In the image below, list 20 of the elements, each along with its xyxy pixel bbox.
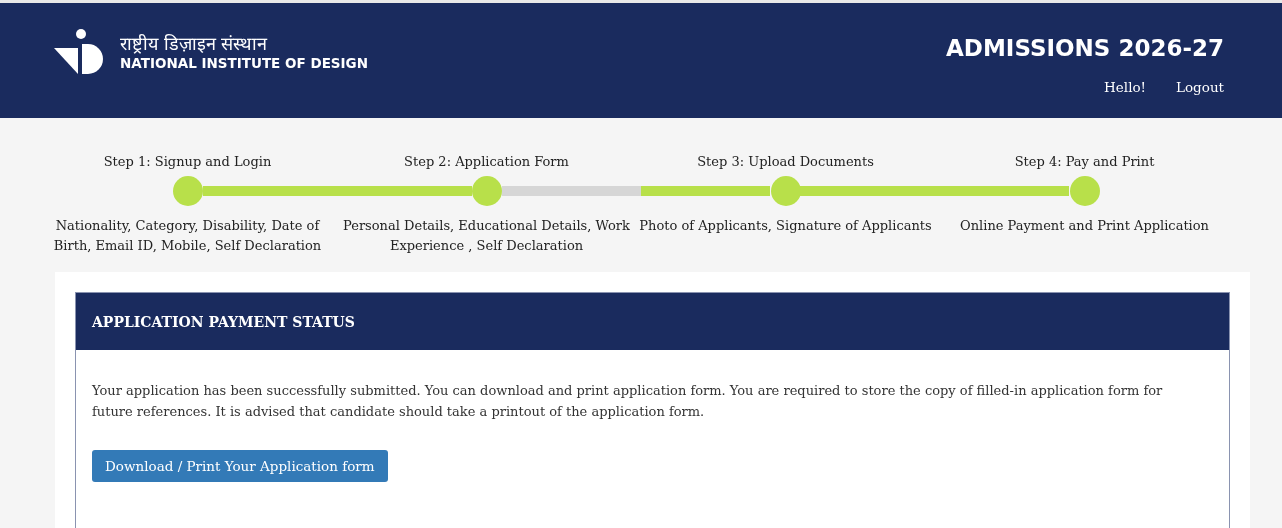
page-title: ADMISSIONS 2026-27 (946, 35, 1224, 61)
step-title: Step 2: Application Form (404, 154, 569, 171)
header-link[interactable]: Hello! (1104, 79, 1146, 95)
step-description: Nationality, Category, Disability, Date of Birth, Email ID, Mobile, Self Declaration (52, 217, 323, 255)
step-title: Step 3: Upload Documents (697, 154, 874, 171)
step-marker (172, 176, 203, 206)
step-description: Online Payment and Print Application (959, 217, 1210, 235)
panel-header: APPLICATION PAYMENT STATUS (76, 293, 1229, 350)
step-marker (1069, 176, 1100, 206)
download-button[interactable]: Download / Print Your Application form (92, 450, 388, 482)
step-title: Step 4: Pay and Print (1014, 154, 1155, 171)
step-description: Personal Details, Educational Details, Work Experience , Self Declaration (342, 217, 631, 255)
header-link[interactable]: Logout (1176, 79, 1224, 95)
step-marker (770, 176, 801, 206)
step-marker (471, 176, 502, 206)
status-message: Your application has been successfully submitted. You can download and print application form. You are required to store the copy of filled-in application form for future references. It is advised that candidate should take a printout of the application form. (92, 382, 1164, 421)
institute-name-hindi: राष्ट्रीय डिज़ाइन संस्थान (120, 33, 269, 55)
step-description: Photo of Applicants, Signature of Applicants (638, 217, 933, 235)
institute-name: NATIONAL INSTITUTE OF DESIGN (120, 55, 368, 71)
step-title: Step 1: Signup and Login (103, 154, 272, 171)
